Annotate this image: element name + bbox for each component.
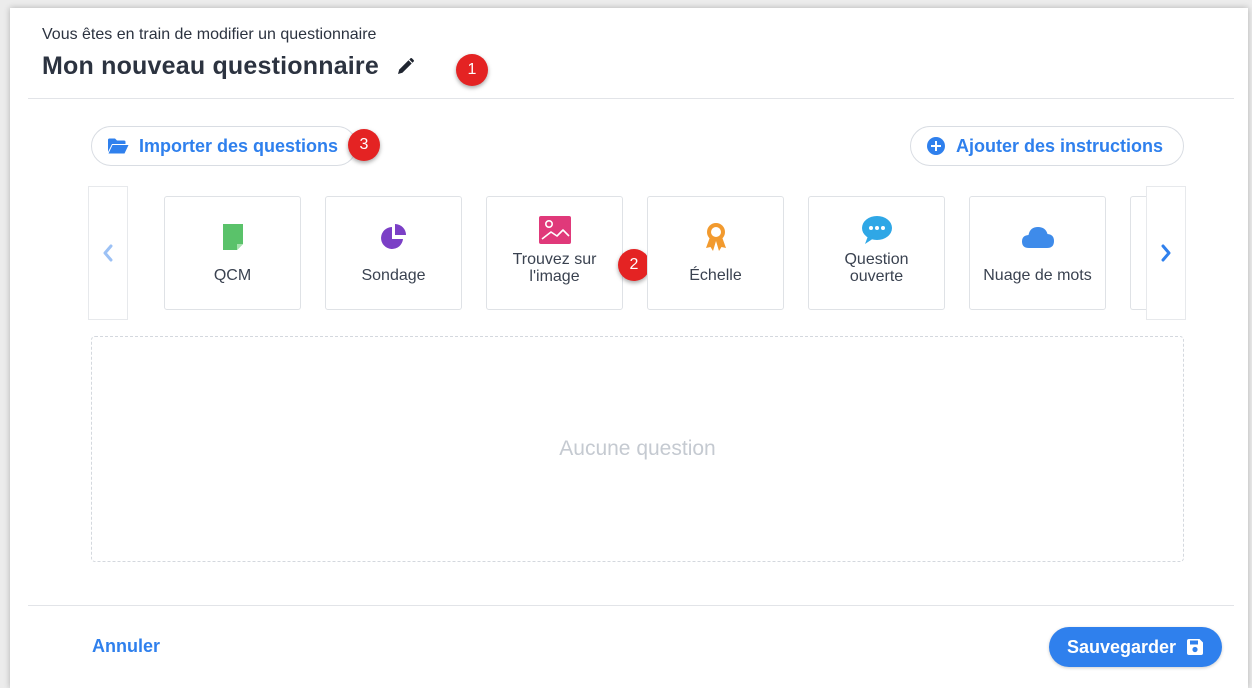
pencil-icon xyxy=(397,57,415,74)
page-subtitle: Vous êtes en train de modifier un questi… xyxy=(42,26,377,43)
carousel-next-button[interactable] xyxy=(1146,186,1186,320)
question-type-question-ouverte[interactable]: Question ouverte xyxy=(808,196,945,310)
pie-chart-icon xyxy=(380,224,406,249)
question-type-label: Nuage de mots xyxy=(983,266,1092,284)
callout-badge-2: 2 xyxy=(618,249,650,281)
editor-panel: Vous êtes en train de modifier un questi… xyxy=(10,8,1248,688)
question-type-echelle[interactable]: Échelle xyxy=(647,196,784,310)
page-title: Mon nouveau questionnaire xyxy=(42,52,379,80)
cancel-link[interactable]: Annuler xyxy=(92,636,160,657)
folder-open-icon xyxy=(108,138,129,154)
chevron-left-icon xyxy=(103,244,113,262)
empty-state-text: Aucune question xyxy=(559,437,716,460)
footer-divider xyxy=(28,605,1234,606)
document-icon xyxy=(222,224,243,250)
question-type-label: Question ouverte xyxy=(844,251,909,285)
question-type-label: Échelle xyxy=(689,266,742,284)
import-questions-label: Importer des questions xyxy=(139,135,339,156)
floppy-disk-icon xyxy=(1187,639,1204,655)
ribbon-award-icon xyxy=(705,223,726,251)
question-type-sondage[interactable]: Sondage xyxy=(325,196,462,310)
questions-dropzone: Aucune question xyxy=(91,336,1184,562)
carousel-prev-button[interactable] xyxy=(88,186,128,320)
question-type-label: Trouvez sur l'image xyxy=(512,251,597,285)
question-type-qcm[interactable]: QCM xyxy=(164,196,301,310)
import-questions-button[interactable]: Importer des questions xyxy=(91,126,357,166)
speech-bubble-icon xyxy=(861,216,892,244)
header-divider xyxy=(28,98,1234,99)
title-row: Mon nouveau questionnaire xyxy=(42,52,417,81)
image-icon xyxy=(538,216,571,244)
save-button[interactable]: Sauvegarder xyxy=(1049,627,1222,667)
callout-badge-1: 1 xyxy=(456,54,488,86)
question-type-trouvez-sur-image[interactable]: Trouvez sur l'image xyxy=(486,196,623,310)
edit-title-button[interactable] xyxy=(393,55,417,79)
chevron-right-icon xyxy=(1161,244,1171,262)
callout-badge-3: 3 xyxy=(348,129,380,161)
plus-circle-icon xyxy=(927,137,945,155)
header: Vous êtes en train de modifier un questi… xyxy=(42,26,417,81)
cloud-icon xyxy=(1021,227,1054,248)
question-type-label: QCM xyxy=(213,266,252,284)
save-button-label: Sauvegarder xyxy=(1066,636,1177,657)
question-type-label: Sondage xyxy=(361,266,426,284)
add-instructions-label: Ajouter des instructions xyxy=(956,135,1164,156)
add-instructions-button[interactable]: Ajouter des instructions xyxy=(910,126,1184,166)
question-type-nuage-de-mots[interactable]: Nuage de mots xyxy=(969,196,1106,310)
